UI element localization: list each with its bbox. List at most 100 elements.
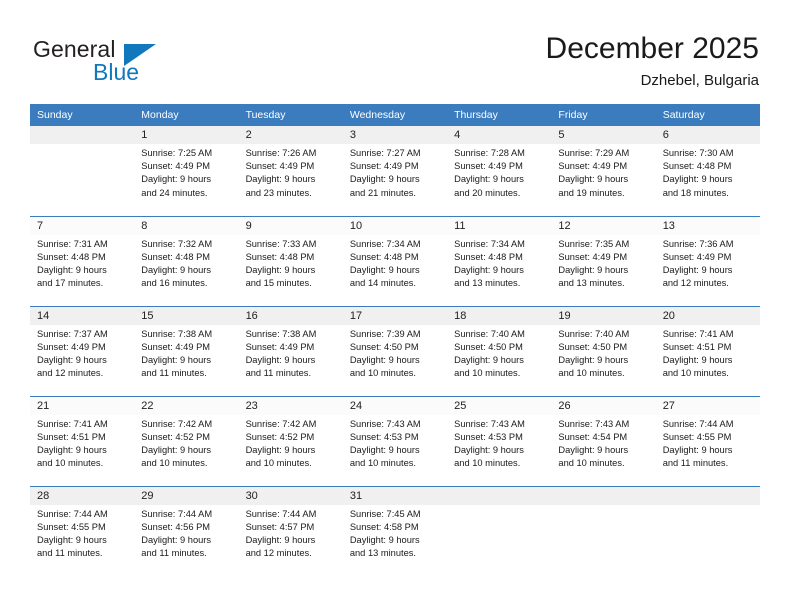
day-sunrise-text: Sunrise: 7:34 AM — [454, 238, 525, 249]
day-sunrise-text: Sunrise: 7:25 AM — [141, 148, 213, 158]
weekday-header-tuesday: Tuesday — [238, 104, 343, 126]
day-sunset-text: Sunset: 4:53 PM — [349, 431, 419, 442]
calendar-day-cell[interactable]: 18 Sunrise: 7:40 AM Sunset: 4:50 PM Dayligh… — [447, 305, 552, 396]
day-daylight2-text: and 10 minutes. — [662, 368, 729, 379]
calendar-table: Sunday Monday Tuesday Wednesday Thursday… — [30, 104, 760, 576]
day-number: 4 — [447, 126, 552, 144]
day-daylight2-text: and 16 minutes. — [141, 278, 208, 289]
day-number: 31 — [342, 486, 448, 505]
calendar-day-cell[interactable]: 5 Sunrise: 7:29 AM Sunset: 4:49 PM Daylight… — [551, 126, 656, 216]
day-number: 23 — [238, 396, 343, 415]
calendar-day-cell[interactable]: 3 Sunrise: 7:27 AM Sunset: 4:49 PM Daylight… — [342, 126, 448, 216]
calendar-day-cell[interactable]: 21 Sunrise: 7:41 AM Sunset: 4:51 PM Dayligh… — [30, 395, 135, 486]
calendar-day-cell[interactable]: 15 Sunrise: 7:38 AM Sunset: 4:49 PM Dayligh… — [134, 305, 239, 396]
calendar-day-cell[interactable]: 20 Sunrise: 7:41 AM Sunset: 4:51 PM Dayligh… — [655, 305, 760, 396]
day-number: 19 — [551, 306, 656, 325]
day-sun-info: Sunrise: 7:43 AM Sunset: 4:54 PM Daylight:… — [551, 415, 655, 471]
day-sun-info: Sunrise: 7:34 AM Sunset: 4:48 PM Daylight:… — [447, 235, 551, 291]
day-sun-info: Sunrise: 7:32 AM Sunset: 4:48 PM Daylight:… — [134, 235, 238, 291]
calendar-day-cell[interactable]: 7 Sunrise: 7:31 AM Sunset: 4:48 PM Daylight… — [30, 215, 135, 306]
calendar-day-cell[interactable]: 2 Sunrise: 7:26 AM Sunset: 4:49 PM Daylight… — [238, 126, 343, 216]
day-sunset-text: Sunset: 4:48 PM — [245, 251, 315, 262]
calendar-day-cell[interactable]: 12 Sunrise: 7:35 AM Sunset: 4:49 PM Dayligh… — [551, 215, 656, 306]
day-sun-info: Sunrise: 7:44 AM Sunset: 4:55 PM Daylight:… — [656, 415, 760, 471]
day-daylight1-text: Daylight: 9 hours — [662, 174, 733, 185]
day-daylight2-text: and 10 minutes. — [349, 458, 416, 469]
day-daylight1-text: Daylight: 9 hours — [349, 534, 420, 545]
day-sun-info: Sunrise: 7:42 AM Sunset: 4:52 PM Daylight:… — [134, 415, 238, 471]
calendar-day-cell[interactable]: 28 Sunrise: 7:44 AM Sunset: 4:55 PM Dayligh… — [30, 485, 135, 576]
day-sunset-text: Sunset: 4:58 PM — [349, 521, 419, 532]
calendar-day-cell[interactable]: 11 Sunrise: 7:34 AM Sunset: 4:48 PM Dayligh… — [447, 215, 552, 306]
day-daylight1-text: Daylight: 9 hours — [454, 354, 524, 365]
title-block: December 2025 Dzhebel, Bulgaria — [546, 32, 759, 89]
day-daylight1-text: Daylight: 9 hours — [349, 354, 420, 365]
day-daylight2-text: and 11 minutes. — [141, 548, 207, 559]
day-number: 28 — [30, 486, 135, 505]
calendar-day-cell[interactable]: 16 Sunrise: 7:38 AM Sunset: 4:49 PM Dayligh… — [238, 305, 343, 396]
day-sun-info: Sunrise: 7:40 AM Sunset: 4:50 PM Daylight:… — [447, 325, 551, 381]
day-sun-info: Sunrise: 7:38 AM Sunset: 4:49 PM Daylight:… — [239, 325, 343, 381]
calendar-day-cell[interactable]: 1 Sunrise: 7:25 AM Sunset: 4:49 PM Daylight… — [134, 126, 239, 216]
calendar-day-cell[interactable]: 26 Sunrise: 7:43 AM Sunset: 4:54 PM Dayligh… — [551, 395, 656, 486]
day-daylight1-text: Daylight: 9 hours — [662, 354, 733, 365]
day-sunset-text: Sunset: 4:48 PM — [349, 251, 419, 262]
weekday-header-friday: Friday — [551, 104, 656, 126]
calendar-day-cell[interactable]: 14 Sunrise: 7:37 AM Sunset: 4:49 PM Dayligh… — [30, 305, 135, 396]
day-sunset-text: Sunset: 4:49 PM — [558, 251, 628, 262]
calendar-day-cell[interactable]: 25 Sunrise: 7:43 AM Sunset: 4:53 PM Dayligh… — [447, 395, 552, 486]
calendar-day-cell[interactable]: 17 Sunrise: 7:39 AM Sunset: 4:50 PM Dayligh… — [342, 305, 448, 396]
day-daylight1-text: Daylight: 9 hours — [245, 264, 316, 275]
day-sunrise-text: Sunrise: 7:40 AM — [454, 328, 525, 339]
day-daylight1-text: Daylight: 9 hours — [349, 444, 420, 455]
day-daylight2-text: and 12 minutes. — [245, 548, 312, 559]
calendar-day-cell[interactable]: 24 Sunrise: 7:43 AM Sunset: 4:53 PM Dayligh… — [342, 395, 448, 486]
day-sunrise-text: Sunrise: 7:33 AM — [245, 238, 317, 249]
calendar-week-row: 28 Sunrise: 7:44 AM Sunset: 4:55 PM Dayligh… — [30, 485, 760, 576]
calendar-day-cell[interactable]: 9 Sunrise: 7:33 AM Sunset: 4:48 PM Daylight… — [238, 215, 343, 306]
calendar-day-cell[interactable]: 23 Sunrise: 7:42 AM Sunset: 4:52 PM Dayligh… — [238, 395, 343, 486]
day-number: 16 — [238, 306, 343, 325]
day-sunset-text: Sunset: 4:49 PM — [349, 161, 419, 172]
day-sun-info: Sunrise: 7:42 AM Sunset: 4:52 PM Daylight:… — [239, 415, 343, 471]
page-title: December 2025 — [545, 32, 759, 65]
calendar-day-cell[interactable]: 8 Sunrise: 7:32 AM Sunset: 4:48 PM Daylight… — [134, 215, 239, 306]
calendar-week-row: 7 Sunrise: 7:31 AM Sunset: 4:48 PM Daylight… — [30, 215, 760, 306]
day-daylight1-text: Daylight: 9 hours — [37, 354, 107, 365]
calendar-day-cell[interactable]: 27 Sunrise: 7:44 AM Sunset: 4:55 PM Dayligh… — [655, 395, 760, 486]
calendar-day-cell[interactable]: 19 Sunrise: 7:40 AM Sunset: 4:50 PM Dayligh… — [551, 305, 656, 396]
day-sunrise-text: Sunrise: 7:30 AM — [662, 148, 734, 158]
day-daylight2-text: and 18 minutes. — [662, 187, 729, 198]
day-daylight2-text: and 12 minutes. — [37, 368, 104, 379]
calendar-day-cell[interactable]: 6 Sunrise: 7:30 AM Sunset: 4:48 PM Daylight… — [655, 126, 760, 216]
calendar-day-cell[interactable]: 22 Sunrise: 7:42 AM Sunset: 4:52 PM Dayligh… — [134, 395, 239, 486]
day-sunrise-text: Sunrise: 7:42 AM — [245, 418, 317, 429]
day-sun-info: Sunrise: 7:26 AM Sunset: 4:49 PM Daylight:… — [239, 144, 343, 200]
day-sunrise-text: Sunrise: 7:29 AM — [558, 148, 630, 158]
day-daylight1-text: Daylight: 9 hours — [245, 444, 316, 455]
day-daylight2-text: and 10 minutes. — [454, 368, 521, 379]
day-number: 21 — [30, 396, 135, 415]
calendar-day-cell[interactable]: 30 Sunrise: 7:44 AM Sunset: 4:57 PM Dayligh… — [238, 485, 343, 576]
day-number: 30 — [238, 486, 343, 505]
general-blue-logo[interactable]: General Blue — [33, 36, 193, 88]
day-sunrise-text: Sunrise: 7:44 AM — [245, 508, 317, 519]
day-sunset-text: Sunset: 4:57 PM — [245, 521, 315, 532]
day-sunrise-text: Sunrise: 7:43 AM — [558, 418, 630, 429]
day-sunrise-text: Sunrise: 7:34 AM — [349, 238, 421, 249]
day-sunrise-text: Sunrise: 7:38 AM — [141, 328, 213, 339]
calendar-day-cell[interactable]: 31 Sunrise: 7:45 AM Sunset: 4:58 PM Dayligh… — [342, 485, 448, 576]
day-sun-info: Sunrise: 7:43 AM Sunset: 4:53 PM Daylight:… — [447, 415, 551, 471]
calendar-day-cell[interactable]: 4 Sunrise: 7:28 AM Sunset: 4:49 PM Daylight… — [447, 126, 552, 216]
calendar-day-cell[interactable]: 10 Sunrise: 7:34 AM Sunset: 4:48 PM Dayligh… — [342, 215, 448, 306]
day-number: 24 — [342, 396, 448, 415]
day-number: 12 — [551, 216, 656, 235]
day-sun-info: Sunrise: 7:40 AM Sunset: 4:50 PM Daylight:… — [551, 325, 655, 381]
calendar-day-cell[interactable]: 29 Sunrise: 7:44 AM Sunset: 4:56 PM Dayligh… — [134, 485, 239, 576]
day-sun-info: Sunrise: 7:44 AM Sunset: 4:56 PM Daylight:… — [134, 505, 238, 561]
day-sunrise-text: Sunrise: 7:43 AM — [349, 418, 421, 429]
day-sunset-text: Sunset: 4:49 PM — [37, 341, 106, 352]
calendar-day-cell[interactable]: 13 Sunrise: 7:36 AM Sunset: 4:49 PM Dayligh… — [655, 215, 760, 306]
day-number — [447, 486, 552, 505]
calendar-empty-cell — [655, 485, 760, 576]
